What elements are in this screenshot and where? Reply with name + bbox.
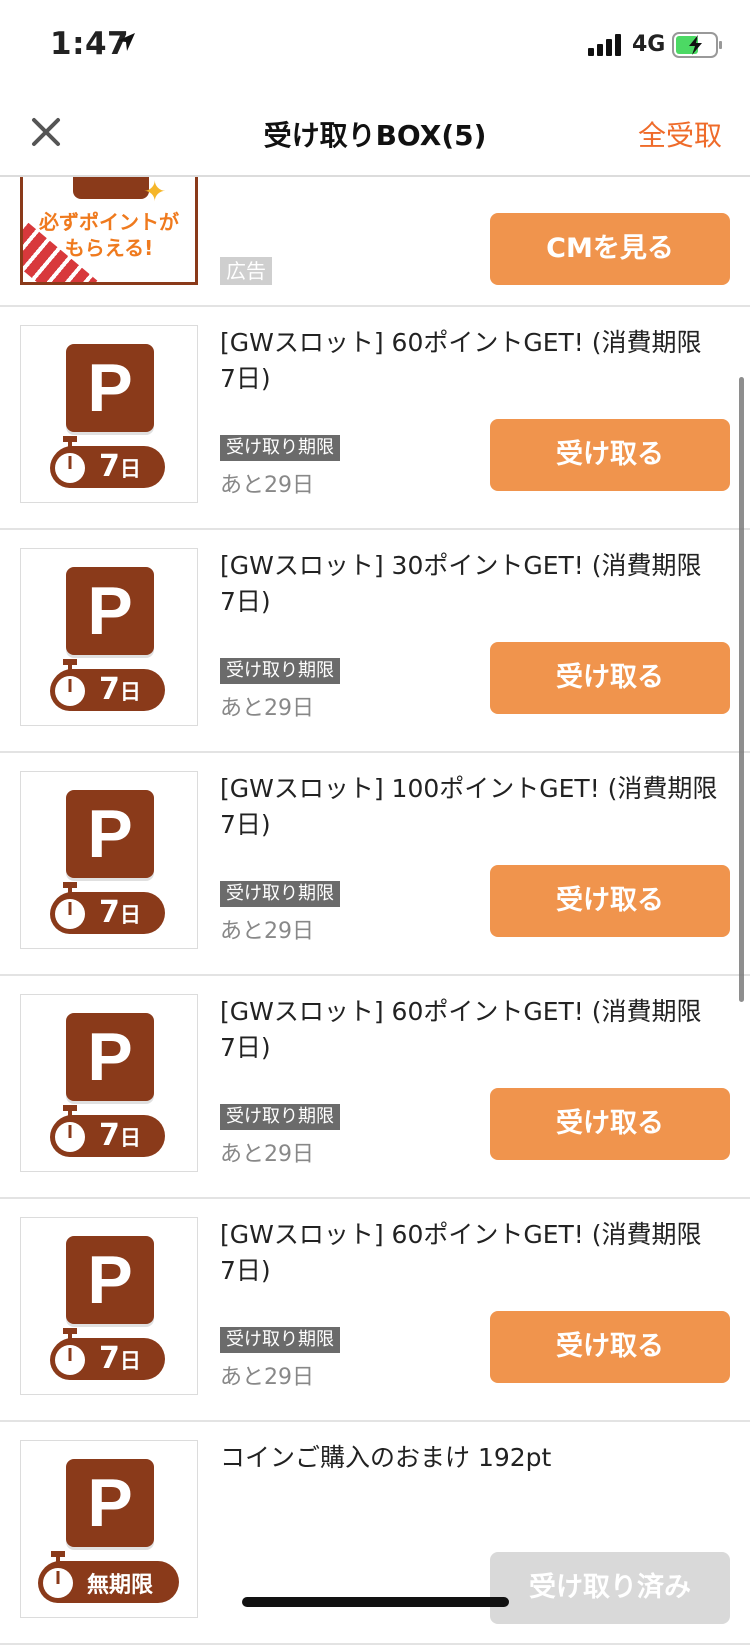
- nav-bar: 受け取りBOX(5) 全受取: [0, 90, 750, 177]
- item-title: [GWスロット] 60ポイントGET! (消費期限 7日): [220, 328, 702, 393]
- network-type: 4G: [632, 32, 666, 57]
- received-button[interactable]: 受け取り済み: [490, 1552, 730, 1624]
- list-item: P 7日 [GWスロット] 60ポイントGET! (消費期限 7日) 受け取り期…: [0, 1199, 750, 1422]
- expiry-badge: 7日: [50, 436, 165, 488]
- item-thumbnail: P 7日: [20, 548, 198, 726]
- expiry-badge: 7日: [50, 1328, 165, 1380]
- point-tile-icon: [73, 177, 149, 199]
- item-thumbnail: P 7日: [20, 1217, 198, 1395]
- home-indicator[interactable]: [242, 1597, 509, 1607]
- cellular-signal-icon: [588, 34, 622, 60]
- item-thumbnail: P 7日: [20, 771, 198, 949]
- watch-cm-button[interactable]: CMを見る: [490, 213, 730, 285]
- stopwatch-icon: [50, 436, 90, 488]
- stopwatch-icon: [38, 1551, 78, 1603]
- deadline-label: 受け取り期限: [220, 1104, 340, 1130]
- status-bar: 1:47 4G: [0, 0, 750, 90]
- receive-button[interactable]: 受け取る: [490, 642, 730, 714]
- deadline-label: 受け取り期限: [220, 1327, 340, 1353]
- expiry-badge: 7日: [50, 659, 165, 711]
- item-title: [GWスロット] 100ポイントGET! (消費期限 7日): [220, 774, 718, 839]
- scrollbar[interactable]: [739, 377, 744, 1002]
- item-title: コインご購入のおまけ 192pt: [220, 1443, 552, 1472]
- location-arrow-icon: [116, 32, 136, 56]
- deadline-remaining: あと29日: [220, 1142, 314, 1167]
- item-title: [GWスロット] 60ポイントGET! (消費期限 7日): [220, 1220, 702, 1285]
- point-tile-icon: P: [66, 567, 154, 655]
- ad-row: ✦ 必ずポイントが もらえる! 広告 CMを見る: [0, 177, 750, 307]
- receive-button[interactable]: 受け取る: [490, 1088, 730, 1160]
- receive-button[interactable]: 受け取る: [490, 865, 730, 937]
- stopwatch-icon: [50, 659, 90, 711]
- item-thumbnail: P 7日: [20, 325, 198, 503]
- ad-label: 広告: [220, 257, 272, 285]
- stopwatch-icon: [50, 1328, 90, 1380]
- receive-button[interactable]: 受け取る: [490, 1311, 730, 1383]
- sparkle-icon: ✦: [143, 177, 167, 208]
- receive-all-button[interactable]: 全受取: [638, 114, 722, 154]
- expiry-badge: 7日: [50, 882, 165, 934]
- item-title: [GWスロット] 60ポイントGET! (消費期限 7日): [220, 997, 702, 1062]
- list-item: P 無期限 コインご購入のおまけ 192pt 受け取り済み: [0, 1422, 750, 1645]
- expiry-badge: 7日: [50, 1105, 165, 1157]
- point-tile-icon: P: [66, 1459, 154, 1547]
- deadline-remaining: あと29日: [220, 1365, 314, 1390]
- list-item: P 7日 [GWスロット] 60ポイントGET! (消費期限 7日) 受け取り期…: [0, 976, 750, 1199]
- ad-image: ✦ 必ずポイントが もらえる!: [20, 177, 198, 285]
- point-tile-icon: P: [66, 1013, 154, 1101]
- reward-list: ✦ 必ずポイントが もらえる! 広告 CMを見る P 7日 [GWスロット] 6…: [0, 177, 750, 1645]
- stopwatch-icon: [50, 882, 90, 934]
- point-tile-icon: P: [66, 344, 154, 432]
- deadline-label: 受け取り期限: [220, 881, 340, 907]
- deadline-remaining: あと29日: [220, 473, 314, 498]
- deadline-label: 受け取り期限: [220, 658, 340, 684]
- deadline-remaining: あと29日: [220, 919, 314, 944]
- expiry-badge: 無期限: [38, 1551, 179, 1603]
- point-tile-icon: P: [66, 1236, 154, 1324]
- list-item: P 7日 [GWスロット] 60ポイントGET! (消費期限 7日) 受け取り期…: [0, 307, 750, 530]
- list-item: P 7日 [GWスロット] 30ポイントGET! (消費期限 7日) 受け取り期…: [0, 530, 750, 753]
- battery-charging-icon: [672, 32, 724, 62]
- deadline-remaining: あと29日: [220, 696, 314, 721]
- receive-button[interactable]: 受け取る: [490, 419, 730, 491]
- item-thumbnail: P 無期限: [20, 1440, 198, 1618]
- deadline-label: 受け取り期限: [220, 435, 340, 461]
- item-title: [GWスロット] 30ポイントGET! (消費期限 7日): [220, 551, 702, 616]
- list-item: P 7日 [GWスロット] 100ポイントGET! (消費期限 7日) 受け取り…: [0, 753, 750, 976]
- stopwatch-icon: [50, 1105, 90, 1157]
- item-thumbnail: P 7日: [20, 994, 198, 1172]
- point-tile-icon: P: [66, 790, 154, 878]
